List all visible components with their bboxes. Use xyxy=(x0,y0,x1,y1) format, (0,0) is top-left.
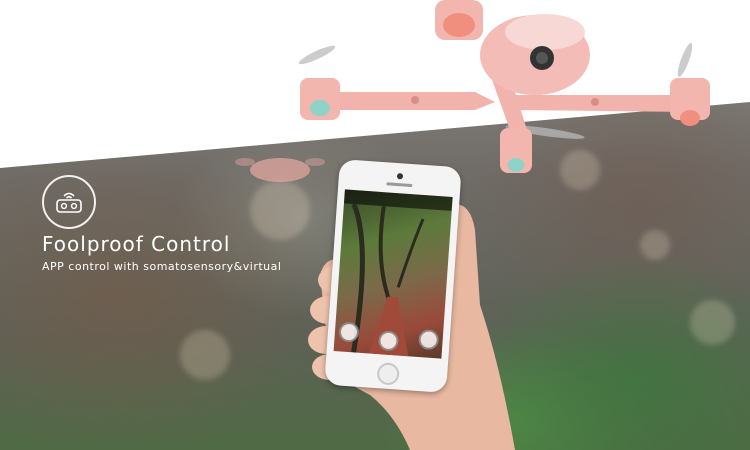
product-banner: Foolproof Control APP control with somat… xyxy=(0,0,750,450)
earpiece xyxy=(386,182,413,188)
app-screen xyxy=(333,189,453,359)
smartphone xyxy=(324,159,462,393)
remote-controller-icon xyxy=(42,175,96,229)
feature-title: Foolproof Control xyxy=(42,232,231,256)
home-button[interactable] xyxy=(376,362,400,386)
feature-subtitle: APP control with somatosensory&virtual xyxy=(42,260,282,273)
drone-image xyxy=(298,0,710,173)
front-camera xyxy=(396,173,404,180)
